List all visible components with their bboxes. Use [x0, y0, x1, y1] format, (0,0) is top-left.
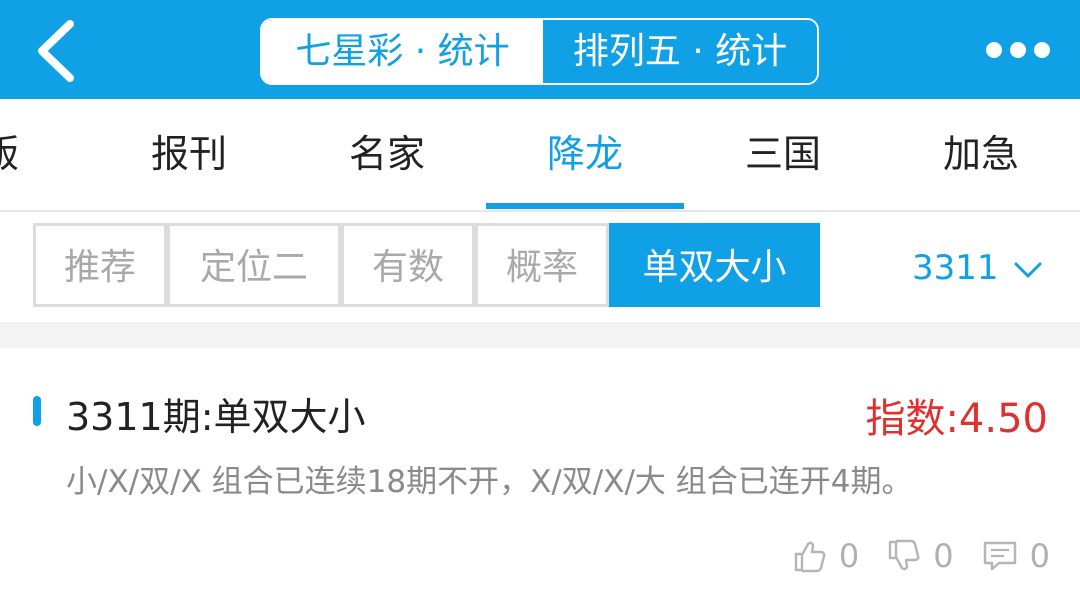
more-icon[interactable]: [986, 40, 1050, 62]
dislike-button[interactable]: 0: [887, 537, 954, 575]
category-tabs: 版 报刊 名家 降龙 三国 加急: [0, 99, 1080, 212]
stat-card[interactable]: 3311期:单双大小 指数:4.50 小/X/双/X 组合已连续18期不开，X/…: [0, 348, 1080, 616]
card-actions: 0 0 0: [765, 534, 1050, 578]
tab-sanguo[interactable]: 三国: [693, 99, 873, 210]
filter-tuijian[interactable]: 推荐: [33, 223, 167, 307]
filter-gailv[interactable]: 概率: [475, 223, 609, 307]
thumbs-up-icon: [794, 541, 826, 573]
card-title: 3311期:单双大小: [66, 395, 366, 439]
top-bar: 七星彩 · 统计 排列五 · 统计: [0, 0, 1080, 99]
tab-ban[interactable]: 版: [0, 99, 90, 210]
back-arrow-icon[interactable]: [28, 18, 88, 84]
lottery-segment-control: 七星彩 · 统计 排列五 · 统计: [260, 18, 819, 85]
title-accent-bar: [33, 396, 41, 426]
filter-danshuangdaxiao[interactable]: 单双大小: [609, 223, 820, 307]
comment-count: 0: [1029, 537, 1050, 575]
tab-mingjia[interactable]: 名家: [297, 99, 477, 210]
thumbs-down-icon: [889, 539, 920, 571]
issue-selector[interactable]: 3311: [912, 240, 1043, 296]
chevron-down-icon: [1014, 262, 1042, 277]
tab-jianglong[interactable]: 降龙: [495, 99, 675, 210]
tab-baokan[interactable]: 报刊: [99, 99, 279, 210]
segment-pailiewu[interactable]: 排列五 · 统计: [543, 20, 817, 83]
card-description: 小/X/双/X 组合已连续18期不开，X/双/X/大 组合已连开4期。: [66, 464, 913, 500]
filter-dingweier[interactable]: 定位二: [167, 223, 341, 307]
filter-youshu[interactable]: 有数: [341, 223, 475, 307]
tab-jiaji[interactable]: 加急: [891, 99, 1071, 210]
like-count: 0: [838, 537, 860, 575]
dislike-count: 0: [933, 537, 954, 575]
comment-icon: [983, 541, 1016, 571]
issue-number: 3311: [912, 248, 999, 288]
index-value: 指数:4.50: [865, 396, 1048, 442]
comment-button[interactable]: 0: [982, 537, 1050, 575]
section-divider: [0, 322, 1080, 348]
active-tab-indicator: [486, 203, 684, 209]
filter-bar: 推荐 定位二 有数 概率 单双大小 3311: [0, 212, 1080, 322]
segment-qixingcai[interactable]: 七星彩 · 统计: [262, 20, 543, 83]
like-button[interactable]: 0: [793, 537, 859, 575]
